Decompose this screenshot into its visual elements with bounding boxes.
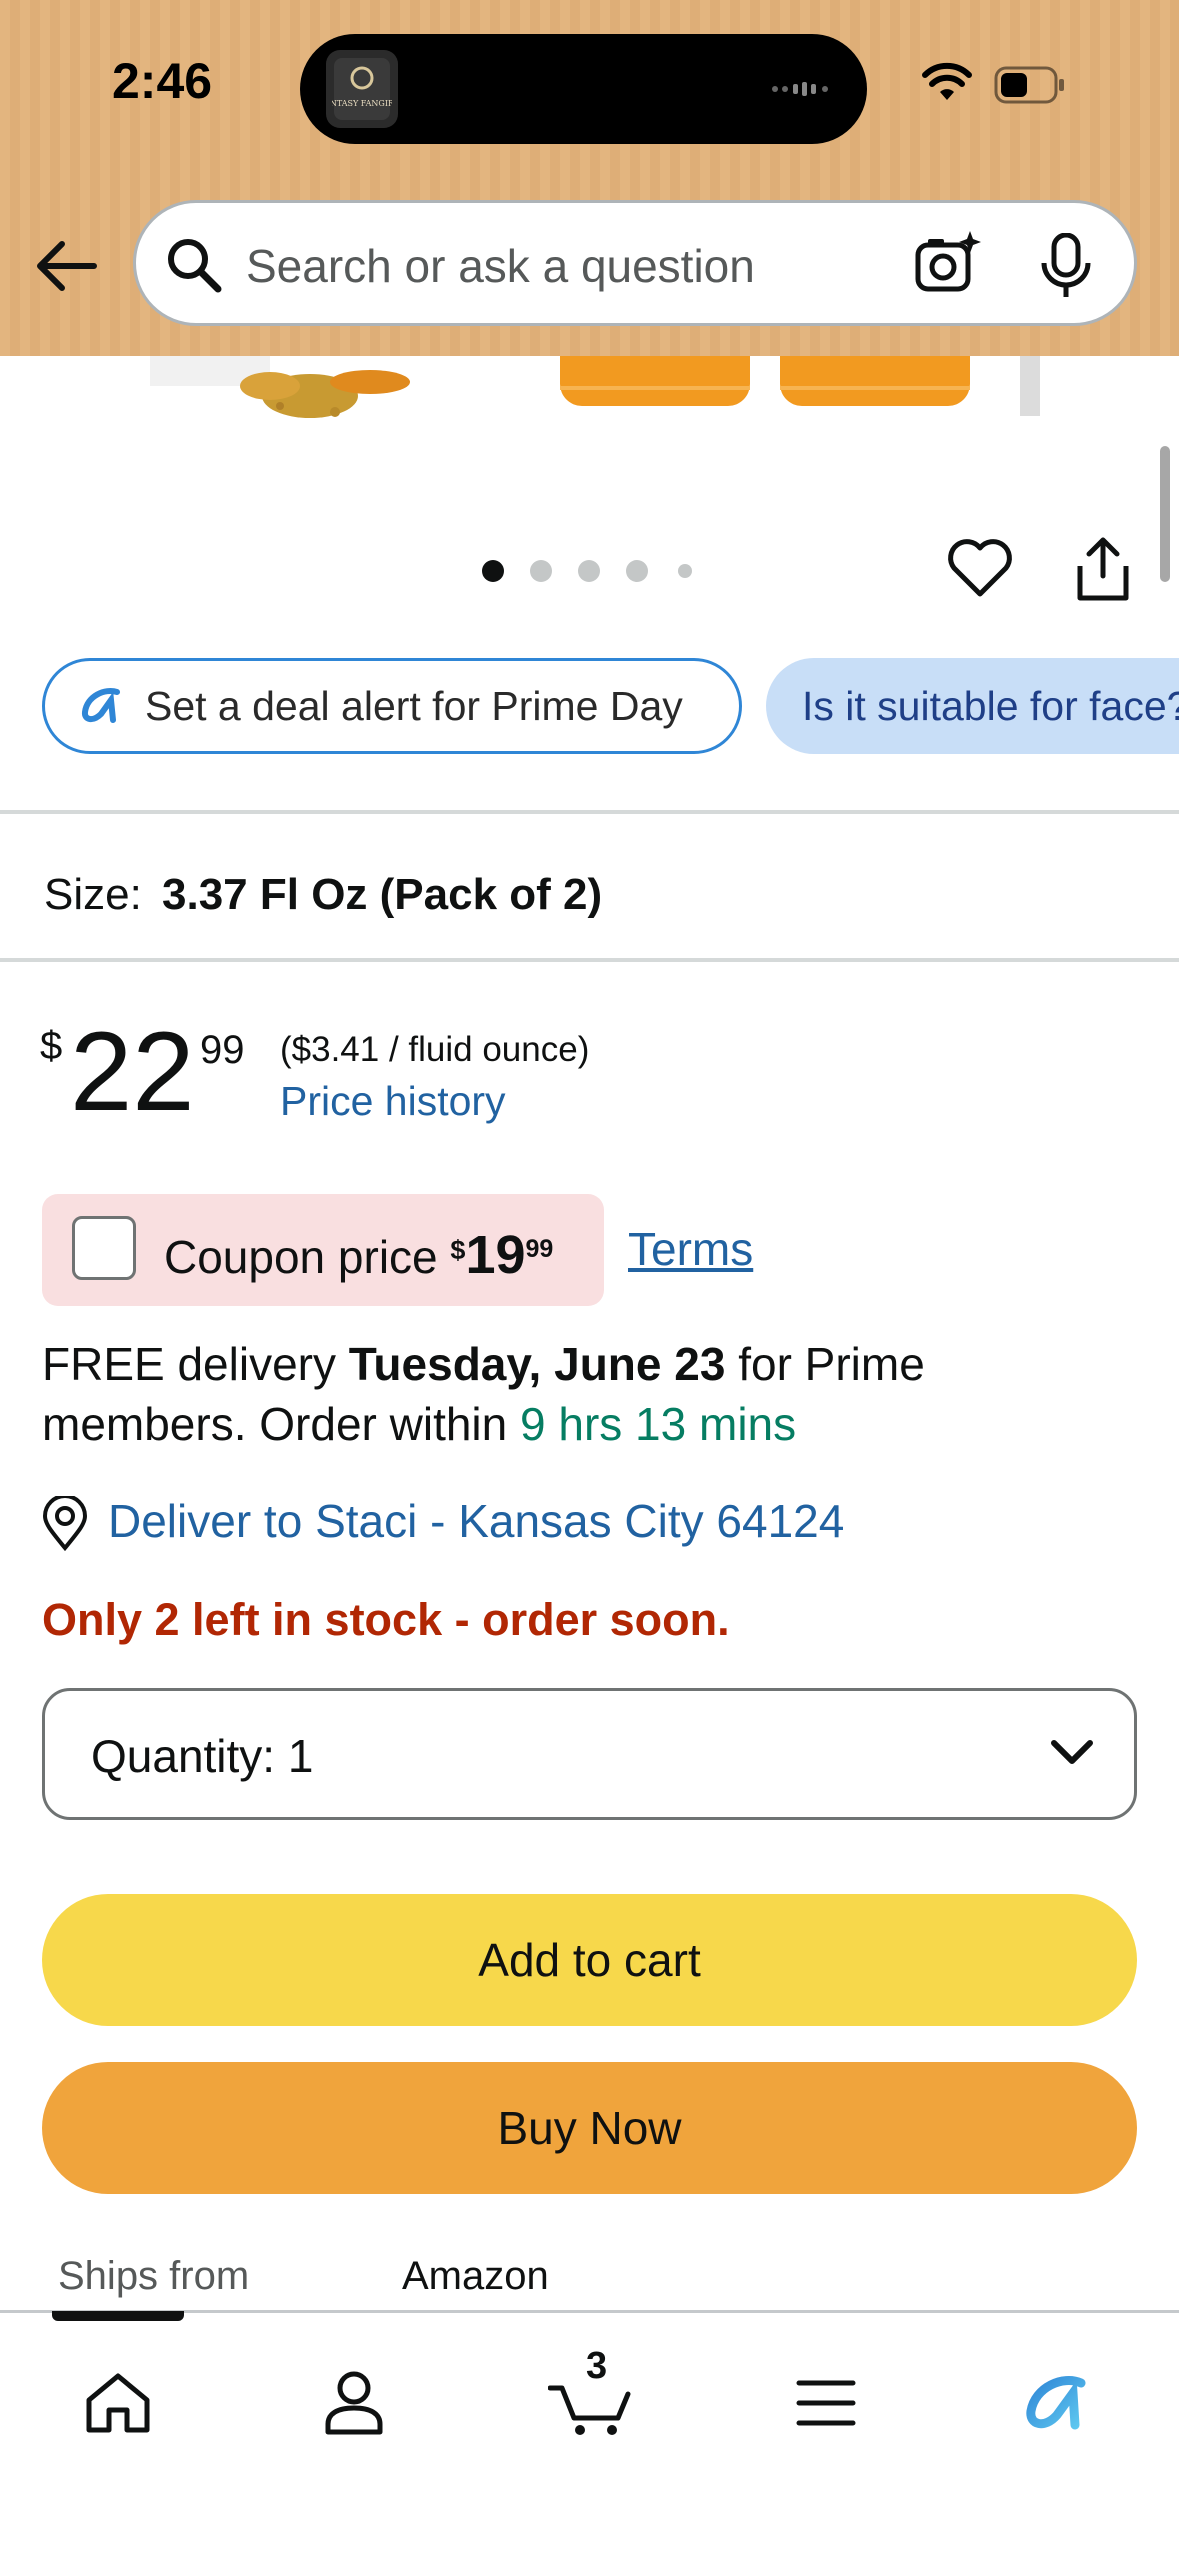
add-to-cart-button[interactable]: Add to cart: [42, 1894, 1137, 2026]
delivery-date: Tuesday, June 23: [348, 1338, 726, 1390]
divider: [0, 958, 1179, 962]
coupon-price-label: Coupon price $1999: [164, 1224, 553, 1286]
deal-alert-chip[interactable]: Set a deal alert for Prime Day: [42, 658, 742, 754]
home-icon: [86, 2373, 150, 2433]
nav-account[interactable]: [304, 2353, 404, 2453]
bottom-nav: 3: [0, 2310, 1179, 2559]
header-bar: 2:46 FANTASY FANGIRLS Search or ask a qu…: [0, 0, 1179, 356]
rufus-icon: [81, 688, 120, 723]
island-app-text: FANTASY FANGIRLS: [332, 99, 392, 108]
buy-now-button[interactable]: Buy Now: [42, 2062, 1137, 2194]
carousel-dot[interactable]: [578, 560, 600, 582]
price-whole: 22: [70, 1009, 195, 1134]
deal-alert-label: Set a deal alert for Prime Day: [145, 682, 683, 729]
divider: [0, 810, 1179, 814]
quantity-select[interactable]: Quantity: 1: [42, 1688, 1137, 1820]
search-placeholder: Search or ask a question: [246, 240, 755, 292]
price-fraction: 99: [200, 1028, 245, 1072]
nav-home[interactable]: [68, 2353, 168, 2453]
microphone-icon[interactable]: [1038, 233, 1094, 299]
menu-icon: [796, 2380, 856, 2426]
stock-status: Only 2 left in stock - order soon.: [42, 1594, 730, 1645]
carousel-dot[interactable]: [530, 560, 552, 582]
status-time: 2:46: [112, 53, 213, 109]
product-image[interactable]: [140, 356, 1040, 446]
carousel-dot[interactable]: [678, 564, 692, 578]
delivery-prefix: FREE delivery: [42, 1338, 349, 1390]
unit-price: ($3.41 / fluid ounce): [280, 1030, 590, 1069]
quantity-value: 1: [287, 1730, 314, 1782]
location-pin-icon: [42, 1496, 88, 1552]
carousel-dot[interactable]: [626, 560, 648, 582]
size-value[interactable]: 3.37 Fl Oz (Pack of 2): [162, 870, 602, 920]
ships-from-label: Ships from: [58, 2254, 250, 2298]
coupon-currency: $: [450, 1235, 466, 1265]
island-activity-icon: [772, 82, 828, 96]
coupon-text: Coupon price: [164, 1231, 438, 1283]
quantity-label: Quantity: 1: [91, 1729, 313, 1783]
ships-from-value: Amazon: [402, 2254, 549, 2298]
delivery-countdown: 9 hrs 13 mins: [520, 1398, 797, 1450]
coupon-price-fraction: 99: [525, 1235, 554, 1263]
size-label: Size:: [44, 870, 142, 919]
island-app-icon: FANTASY FANGIRLS: [326, 50, 398, 128]
search-input[interactable]: Search or ask a question: [133, 200, 1137, 326]
camera-search-icon[interactable]: [912, 229, 982, 299]
account-icon: [325, 2371, 383, 2435]
chevron-down-icon: [1051, 1740, 1093, 1764]
heart-icon[interactable]: [946, 536, 1014, 600]
coupon-price-whole: 19: [465, 1225, 526, 1285]
wifi-icon: [922, 62, 972, 100]
terms-link[interactable]: Terms: [628, 1222, 753, 1276]
rufus-icon: [1026, 2376, 1086, 2430]
coupon-box[interactable]: Coupon price $1999: [42, 1194, 604, 1306]
question-chip-label: Is it suitable for face?: [802, 682, 1179, 729]
deliver-to-link[interactable]: Deliver to Staci - Kansas City 64124: [108, 1494, 844, 1548]
nav-menu[interactable]: [776, 2353, 876, 2453]
price-currency: $: [40, 1024, 63, 1068]
back-arrow-icon[interactable]: [32, 236, 102, 296]
search-icon: [168, 239, 222, 293]
carousel-dot-active[interactable]: [482, 560, 504, 582]
delivery-message: FREE delivery Tuesday, June 23 for Prime…: [42, 1334, 1122, 1454]
coupon-checkbox[interactable]: [72, 1216, 136, 1280]
nav-active-indicator: [52, 2311, 184, 2321]
quantity-label-text: Quantity:: [91, 1730, 276, 1782]
cart-count-badge: 3: [586, 2345, 608, 2387]
share-icon[interactable]: [1072, 536, 1134, 602]
nav-cart[interactable]: 3: [540, 2345, 640, 2453]
nav-rufus[interactable]: [1008, 2353, 1108, 2453]
question-chip[interactable]: Is it suitable for face?: [766, 658, 1179, 754]
scrollbar[interactable]: [1160, 446, 1170, 582]
price-history-link[interactable]: Price history: [280, 1078, 506, 1125]
battery-icon: [994, 66, 1064, 104]
